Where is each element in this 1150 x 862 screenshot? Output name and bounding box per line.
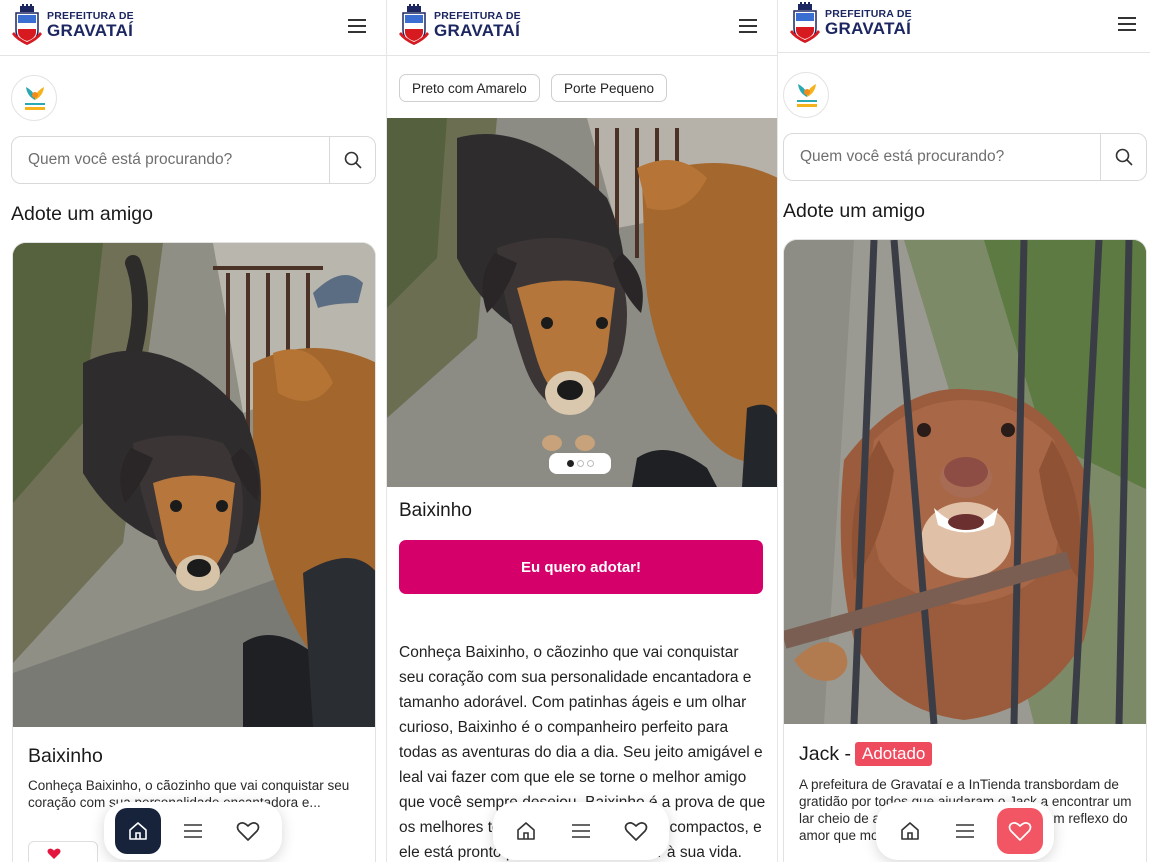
nav-menu[interactable]: [170, 808, 216, 854]
logo-line2: GRAVATAÍ: [47, 21, 134, 41]
heart-icon: [236, 822, 260, 841]
bird-logo-icon: [797, 84, 817, 107]
hamburger-menu-icon[interactable]: [348, 18, 366, 34]
prefeitura-logo[interactable]: PREFEITURA DE GRAVATAÍ: [12, 4, 134, 46]
pet-name: Baixinho: [399, 500, 472, 521]
logo-line1: PREFEITURA DE: [825, 7, 912, 20]
heart-icon: [1008, 822, 1032, 841]
detail-screen: PREFEITURA DE GRAVATAÍ Preto com Amarelo…: [387, 0, 778, 862]
bird-logo-icon: [25, 87, 45, 110]
pet-card[interactable]: Jack - Adotado A prefeitura de Gravataí e…: [783, 239, 1147, 862]
tag-color[interactable]: Preto com Amarelo: [399, 74, 540, 102]
search-input[interactable]: [784, 134, 1100, 180]
search-icon: [1115, 148, 1133, 166]
hamburger-menu-icon[interactable]: [1118, 16, 1136, 32]
nav-home[interactable]: [503, 808, 549, 854]
home-icon: [900, 822, 919, 840]
app-header: PREFEITURA DE GRAVATAÍ: [387, 0, 777, 56]
menu-icon: [183, 824, 202, 838]
search-button[interactable]: [1100, 134, 1146, 180]
pet-name: Jack - Adotado: [799, 742, 933, 766]
pet-photo[interactable]: [13, 243, 375, 727]
partner-logo-avatar[interactable]: [783, 72, 829, 118]
adopted-badge: Adotado: [855, 742, 933, 766]
nav-home[interactable]: [887, 808, 933, 854]
pet-name: Baixinho: [28, 745, 103, 767]
app-header: PREFEITURA DE GRAVATAÍ: [0, 0, 386, 56]
prefeitura-logo[interactable]: PREFEITURA DE GRAVATAÍ: [399, 4, 521, 46]
carousel-dot-1[interactable]: [566, 460, 574, 467]
pet-photo-carousel[interactable]: [387, 118, 777, 487]
like-button[interactable]: [28, 841, 98, 862]
logo-line1: PREFEITURA DE: [434, 9, 521, 22]
nav-favorites[interactable]: [997, 808, 1044, 854]
bottom-navigation: [876, 802, 1054, 860]
dog-photo-image: [13, 243, 375, 727]
heart-filled-icon: [47, 848, 61, 859]
menu-icon: [571, 824, 590, 838]
adopt-button[interactable]: Eu quero adotar!: [399, 540, 763, 594]
dog-photo-image: [387, 118, 777, 487]
search-input[interactable]: [12, 137, 329, 183]
carousel-dot-2[interactable]: [576, 460, 584, 467]
city-crest-icon: [399, 4, 429, 45]
section-title: Adote um amigo: [11, 203, 153, 225]
search-bar: [783, 133, 1147, 181]
nav-home[interactable]: [114, 808, 161, 854]
section-title: Adote um amigo: [783, 200, 925, 222]
nav-favorites[interactable]: [225, 808, 271, 854]
app-header: PREFEITURA DE GRAVATAÍ: [778, 0, 1150, 53]
logo-line1: PREFEITURA DE: [47, 9, 134, 22]
search-button[interactable]: [329, 137, 375, 183]
nav-favorites[interactable]: [613, 808, 659, 854]
city-crest-icon: [12, 4, 42, 45]
home-icon: [128, 822, 147, 840]
bottom-navigation: [493, 802, 669, 860]
search-icon: [344, 151, 362, 169]
heart-icon: [624, 822, 647, 841]
bottom-navigation: [104, 802, 282, 860]
logo-line2: GRAVATAÍ: [825, 19, 912, 39]
menu-icon: [955, 824, 974, 838]
logo-line2: GRAVATAÍ: [434, 21, 521, 41]
carousel-indicator: [549, 453, 611, 474]
dog-photo-image: [784, 240, 1146, 724]
home-icon: [517, 822, 536, 840]
pet-name-text: Jack -: [799, 743, 852, 765]
partner-logo-avatar[interactable]: [11, 75, 57, 121]
search-bar: [11, 136, 376, 184]
prefeitura-logo[interactable]: PREFEITURA DE GRAVATAÍ: [790, 2, 912, 44]
city-crest-icon: [790, 2, 820, 43]
hamburger-menu-icon[interactable]: [739, 18, 757, 34]
carousel-dot-3[interactable]: [586, 460, 594, 467]
pet-card[interactable]: Baixinho Conheça Baixinho, o cãozinho qu…: [12, 242, 376, 862]
nav-menu[interactable]: [942, 808, 988, 854]
listing-screen-adopted: PREFEITURA DE GRAVATAÍ Adote um amigo: [778, 0, 1150, 862]
listing-screen: PREFEITURA DE GRAVATAÍ Adote um amigo: [0, 0, 387, 862]
tag-size[interactable]: Porte Pequeno: [551, 74, 668, 102]
pet-photo[interactable]: [784, 240, 1146, 724]
nav-menu[interactable]: [558, 808, 604, 854]
